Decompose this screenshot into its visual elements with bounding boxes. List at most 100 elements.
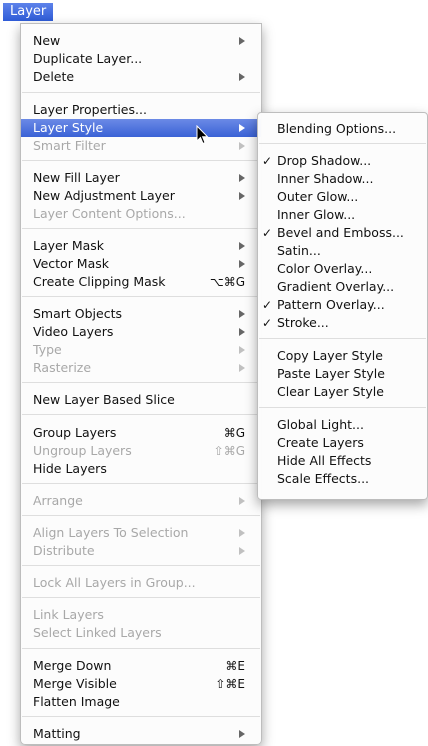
menu-item-label: Paste Layer Style	[277, 366, 385, 381]
checkmark-icon: ✓	[262, 298, 273, 312]
menu-separator	[259, 407, 426, 408]
submenu-item-copy-layer-style[interactable]: Copy Layer Style	[258, 347, 427, 365]
keyboard-shortcut: ⇧⌘E	[215, 677, 245, 691]
menu-item-label: Inner Glow...	[277, 207, 356, 222]
menu-item-label: Distribute	[33, 543, 95, 558]
submenu-arrow-icon	[239, 260, 245, 268]
menu-item-label: Merge Down	[33, 658, 112, 673]
menu-item-group-layers[interactable]: Group Layers ⌘G	[21, 424, 261, 442]
menu-item-type[interactable]: Type	[21, 341, 261, 359]
menu-separator	[22, 382, 260, 383]
submenu-arrow-icon	[239, 310, 245, 318]
submenu-item-drop-shadow[interactable]: ✓ Drop Shadow...	[258, 152, 427, 170]
menu-item-select-linked-layers[interactable]: Select Linked Layers	[21, 624, 261, 642]
submenu-item-stroke[interactable]: ✓ Stroke...	[258, 314, 427, 332]
menu-item-label: New Fill Layer	[33, 170, 120, 185]
submenu-item-scale-effects[interactable]: Scale Effects...	[258, 470, 427, 488]
menu-item-label: Lock All Layers in Group...	[33, 575, 196, 590]
menu-separator	[259, 143, 426, 144]
submenu-arrow-icon	[239, 142, 245, 150]
menu-item-label: Arrange	[33, 493, 83, 508]
menu-item-align-layers-to-selection[interactable]: Align Layers To Selection	[21, 524, 261, 542]
menu-separator	[22, 648, 260, 649]
menu-title-layer[interactable]: Layer	[3, 3, 54, 21]
menu-item-label: New Layer Based Slice	[33, 392, 175, 407]
submenu-item-gradient-overlay[interactable]: Gradient Overlay...	[258, 278, 427, 296]
menu-item-vector-mask[interactable]: Vector Mask	[21, 255, 261, 273]
submenu-item-satin[interactable]: Satin...	[258, 242, 427, 260]
menu-item-link-layers[interactable]: Link Layers	[21, 606, 261, 624]
menu-separator	[22, 160, 260, 161]
menu-item-new[interactable]: New	[21, 32, 261, 50]
menu-separator	[22, 483, 260, 484]
menu-item-smart-objects[interactable]: Smart Objects	[21, 305, 261, 323]
submenu-arrow-icon	[239, 37, 245, 45]
menu-item-label: New Adjustment Layer	[33, 188, 175, 203]
menu-item-lock-all-layers-in-group[interactable]: Lock All Layers in Group...	[21, 574, 261, 592]
menu-item-new-fill-layer[interactable]: New Fill Layer	[21, 169, 261, 187]
menu-item-label: Inner Shadow...	[277, 171, 374, 186]
menu-item-label: Satin...	[277, 243, 321, 258]
menu-item-label: Video Layers	[33, 324, 114, 339]
menu-item-label: Type	[33, 342, 62, 357]
menu-item-label: Color Overlay...	[277, 261, 373, 276]
menu-item-ungroup-layers[interactable]: Ungroup Layers ⇧⌘G	[21, 442, 261, 460]
menu-separator	[22, 565, 260, 566]
menu-item-layer-mask[interactable]: Layer Mask	[21, 237, 261, 255]
submenu-arrow-icon	[239, 242, 245, 250]
menu-item-hide-layers[interactable]: Hide Layers	[21, 460, 261, 478]
submenu-item-create-layers[interactable]: Create Layers	[258, 434, 427, 452]
menu-item-label: Layer Style	[33, 120, 104, 135]
submenu-item-pattern-overlay[interactable]: ✓ Pattern Overlay...	[258, 296, 427, 314]
menu-item-merge-down[interactable]: Merge Down ⌘E	[21, 657, 261, 675]
menu-item-rasterize[interactable]: Rasterize	[21, 359, 261, 377]
menu-item-label: Hide All Effects	[277, 453, 372, 468]
submenu-item-bevel-and-emboss[interactable]: ✓ Bevel and Emboss...	[258, 224, 427, 242]
submenu-item-hide-all-effects[interactable]: Hide All Effects	[258, 452, 427, 470]
submenu-item-blending-options[interactable]: Blending Options...	[258, 120, 427, 138]
menu-item-new-layer-based-slice[interactable]: New Layer Based Slice	[21, 391, 261, 409]
menu-item-duplicate-layer[interactable]: Duplicate Layer...	[21, 50, 261, 68]
submenu-item-global-light[interactable]: Global Light...	[258, 416, 427, 434]
menu-item-label: Smart Filter	[33, 138, 106, 153]
menu-item-label: Group Layers	[33, 425, 117, 440]
menu-item-delete[interactable]: Delete	[21, 68, 261, 86]
menu-item-flatten-image[interactable]: Flatten Image	[21, 693, 261, 711]
menu-separator	[22, 515, 260, 516]
menu-item-label: Vector Mask	[33, 256, 110, 271]
submenu-arrow-icon	[239, 328, 245, 336]
menu-item-label: Blending Options...	[277, 121, 397, 136]
submenu-item-clear-layer-style[interactable]: Clear Layer Style	[258, 383, 427, 401]
menu-item-label: Global Light...	[277, 417, 364, 432]
menu-item-matting[interactable]: Matting	[21, 725, 261, 743]
menu-item-smart-filter[interactable]: Smart Filter	[21, 137, 261, 155]
submenu-arrow-icon	[239, 174, 245, 182]
menu-item-label: Bevel and Emboss...	[277, 225, 404, 240]
menu-separator	[22, 228, 260, 229]
menu-item-video-layers[interactable]: Video Layers	[21, 323, 261, 341]
submenu-item-inner-glow[interactable]: Inner Glow...	[258, 206, 427, 224]
layer-style-submenu: Blending Options... ✓ Drop Shadow... Inner …	[257, 112, 428, 500]
menu-item-label: New	[33, 33, 61, 48]
submenu-item-outer-glow[interactable]: Outer Glow...	[258, 188, 427, 206]
menu-item-distribute[interactable]: Distribute	[21, 542, 261, 560]
menu-item-layer-style[interactable]: Layer Style	[21, 119, 261, 137]
submenu-item-inner-shadow[interactable]: Inner Shadow...	[258, 170, 427, 188]
submenu-arrow-icon	[239, 529, 245, 537]
submenu-item-paste-layer-style[interactable]: Paste Layer Style	[258, 365, 427, 383]
submenu-item-color-overlay[interactable]: Color Overlay...	[258, 260, 427, 278]
menu-item-label: Align Layers To Selection	[33, 525, 189, 540]
submenu-arrow-icon	[239, 730, 245, 738]
submenu-arrow-icon	[239, 547, 245, 555]
menu-item-label: Create Clipping Mask	[33, 274, 166, 289]
menu-item-new-adjustment-layer[interactable]: New Adjustment Layer	[21, 187, 261, 205]
menu-item-arrange[interactable]: Arrange	[21, 492, 261, 510]
menu-item-layer-content-options[interactable]: Layer Content Options...	[21, 205, 261, 223]
submenu-arrow-icon	[239, 124, 245, 132]
menu-item-label: Delete	[33, 69, 75, 84]
menu-item-create-clipping-mask[interactable]: Create Clipping Mask ⌥⌘G	[21, 273, 261, 291]
menu-item-layer-properties[interactable]: Layer Properties...	[21, 101, 261, 119]
menu-separator	[22, 92, 260, 93]
menu-item-merge-visible[interactable]: Merge Visible ⇧⌘E	[21, 675, 261, 693]
menu-item-label: Matting	[33, 726, 81, 741]
